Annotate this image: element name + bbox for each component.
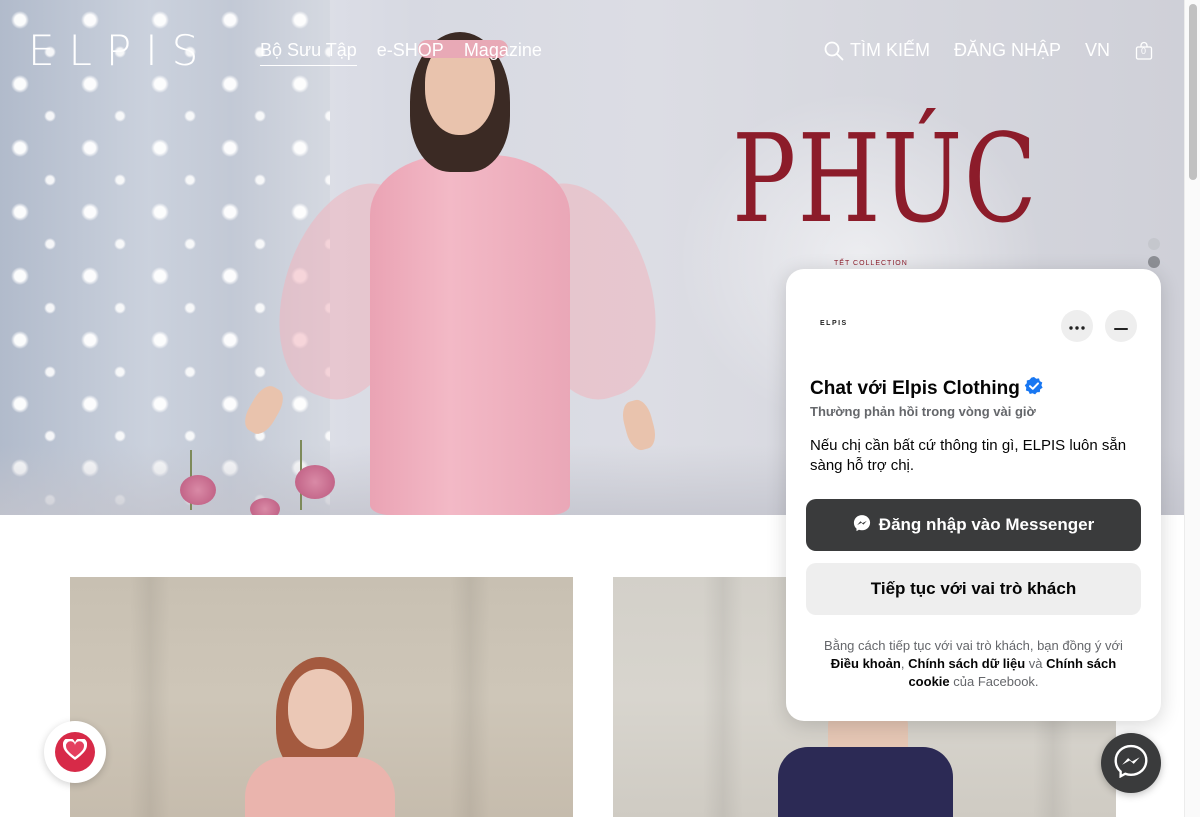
messenger-chat-panel: ELPIS Chat với Elpis Clothing Thường phả… <box>786 269 1161 721</box>
messenger-login-button[interactable]: Đăng nhập vào Messenger <box>806 499 1141 551</box>
chat-minimize-button[interactable] <box>1105 310 1137 342</box>
scrollbar-thumb[interactable] <box>1189 4 1197 180</box>
campaign-title: PHÚC <box>732 108 1039 250</box>
nav-collections[interactable]: Bộ Sưu Tập <box>260 40 357 66</box>
messenger-icon <box>853 514 871 537</box>
verified-badge-icon <box>1024 376 1044 402</box>
messenger-launcher-button[interactable] <box>1101 733 1161 793</box>
chat-brand-logo: ELPIS <box>820 320 848 327</box>
cart-button[interactable]: 0 <box>1134 41 1154 61</box>
hero-model-image <box>239 32 681 515</box>
more-horizontal-icon <box>1069 317 1085 335</box>
header-actions: TÌM KIẾM ĐĂNG NHẬP VN 0 <box>824 40 1154 61</box>
legal-separator: , <box>900 656 905 671</box>
main-nav: Bộ Sưu Tập e-SHOP Magazine <box>260 40 542 66</box>
legal-prefix: Bằng cách tiếp tục với vai trò khách, bạ… <box>824 638 1123 653</box>
minimize-icon <box>1114 317 1128 335</box>
legal-suffix: của Facebook. <box>953 674 1039 689</box>
chat-more-button[interactable] <box>1061 310 1093 342</box>
cart-count: 0 <box>1141 45 1147 56</box>
product-card-1[interactable] <box>70 577 573 817</box>
chat-legal-text: Bằng cách tiếp tục với vai trò khách, bạ… <box>810 637 1137 691</box>
page: PHÚC TẾT COLLECTION ELPIS Bộ Sưu Tập e-S… <box>0 0 1200 817</box>
search-icon <box>824 41 844 61</box>
slider-dot-2[interactable] <box>1148 256 1160 268</box>
guest-continue-button[interactable]: Tiếp tục với vai trò khách <box>806 563 1141 615</box>
nav-magazine[interactable]: Magazine <box>464 40 542 66</box>
chat-title-text: Chat với Elpis Clothing <box>810 378 1020 399</box>
legal-and: và <box>1028 656 1043 671</box>
wishlist-button[interactable] <box>44 721 106 783</box>
language-switch[interactable]: VN <box>1085 40 1110 61</box>
campaign-subtitle: TẾT COLLECTION <box>834 260 908 267</box>
messenger-login-label: Đăng nhập vào Messenger <box>878 515 1095 534</box>
heart-icon <box>62 737 88 766</box>
chat-title: Chat với Elpis Clothing <box>810 376 1044 402</box>
chat-response-time: Thường phản hồi trong vòng vài giờ <box>810 404 1036 419</box>
terms-link[interactable]: Điều khoản <box>831 656 901 671</box>
search-button[interactable]: TÌM KIẾM <box>824 40 930 61</box>
nav-eshop[interactable]: e-SHOP <box>377 40 444 66</box>
site-logo[interactable]: ELPIS <box>28 26 212 75</box>
chat-welcome-message: Nếu chị cần bất cứ thông tin gì, ELPIS l… <box>810 437 1127 474</box>
data-policy-link[interactable]: Chính sách dữ liệu <box>908 656 1025 671</box>
messenger-icon <box>1114 744 1148 783</box>
login-link[interactable]: ĐĂNG NHẬP <box>954 40 1061 61</box>
search-label: TÌM KIẾM <box>849 40 930 60</box>
slider-dot-1[interactable] <box>1148 238 1160 250</box>
page-scrollbar[interactable] <box>1184 0 1200 817</box>
